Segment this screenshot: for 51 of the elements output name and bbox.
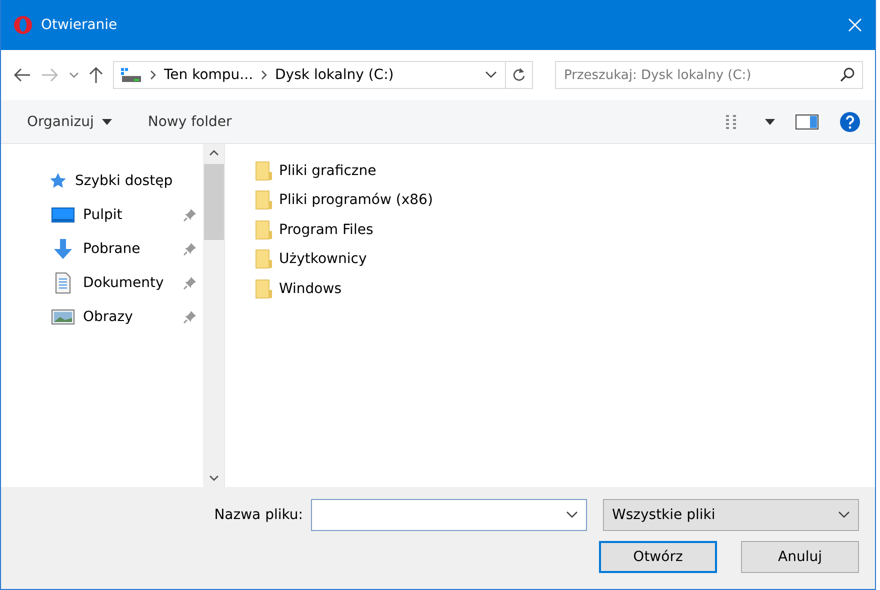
sidebar-item[interactable]: Pulpit — [1, 198, 203, 232]
down-arrow-icon — [51, 238, 75, 260]
chevron-right-icon — [150, 70, 156, 80]
folder-icon — [255, 218, 273, 241]
folder-item[interactable]: Program Files — [255, 215, 875, 244]
scroll-thumb[interactable] — [204, 164, 224, 240]
folder-item[interactable]: Windows — [255, 274, 875, 304]
chevron-right-icon — [261, 70, 268, 80]
toolbar-button[interactable]: Nowy folder — [140, 110, 240, 134]
cancel-button[interactable]: Anuluj — [741, 541, 859, 573]
up-arrow-icon[interactable] — [89, 66, 103, 84]
folder-icon — [255, 189, 273, 212]
breadcrumb[interactable]: Dysk lokalny (C:) — [275, 67, 394, 83]
sidebar-item[interactable]: Pobrane — [1, 232, 203, 266]
view-caret-icon[interactable] — [765, 118, 775, 124]
folder-icon — [255, 278, 273, 300]
scroll-down-icon[interactable] — [208, 475, 218, 481]
help-icon[interactable] — [839, 110, 861, 132]
search-icon[interactable] — [839, 67, 855, 83]
sidebar-item[interactable]: Dokumenty — [1, 266, 203, 300]
sidebar-item[interactable]: Obrazy — [1, 300, 203, 334]
picture-icon — [51, 308, 75, 326]
monitor-icon — [51, 206, 75, 224]
search-field[interactable]: Przeszukaj: Dysk lokalny (C:) — [555, 61, 863, 89]
file-type-dropdown[interactable]: Wszystkie pliki — [603, 499, 859, 531]
preview-pane-icon[interactable] — [795, 114, 819, 130]
open-button[interactable]: Otwórz — [599, 541, 717, 573]
folder-item[interactable]: Pliki programów (x86) — [255, 186, 875, 215]
back-arrow-icon[interactable] — [13, 68, 31, 82]
refresh-icon[interactable] — [512, 67, 526, 83]
filename-dropdown-icon[interactable] — [566, 511, 578, 519]
filename-field[interactable] — [311, 499, 587, 531]
address-bar[interactable]: Ten kompu... Dysk lokalny (C:) — [113, 61, 533, 89]
window-title: Otwieranie — [41, 17, 118, 33]
toolbar-button[interactable]: Organizuj — [19, 110, 120, 134]
folder-item[interactable]: Użytkownicy — [255, 244, 875, 274]
app-logo-icon — [13, 15, 33, 35]
address-dropdown-icon[interactable] — [485, 71, 497, 79]
filename-label: Nazwa pliku: — [214, 507, 303, 523]
close-icon[interactable] — [847, 17, 863, 33]
scrollbar[interactable] — [203, 144, 225, 487]
sidebar-item[interactable]: Szybki dostęp — [1, 164, 203, 198]
folder-icon — [255, 248, 273, 270]
folder-item[interactable]: Pliki graficzne — [255, 156, 875, 186]
breadcrumb[interactable]: Ten kompu... — [164, 67, 254, 83]
caret-icon — [102, 118, 112, 124]
drive-icon — [120, 67, 142, 83]
caret-icon[interactable] — [838, 511, 850, 519]
history-caret-icon[interactable] — [69, 72, 79, 78]
scroll-up-icon[interactable] — [208, 150, 218, 156]
folder-icon — [255, 160, 273, 182]
